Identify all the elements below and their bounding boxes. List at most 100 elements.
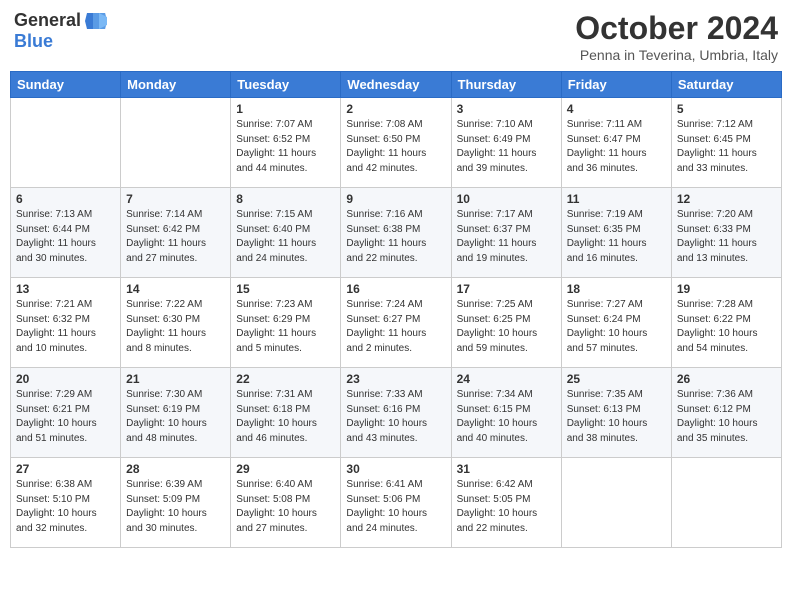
daylight-text: Daylight: 11 hours and 33 minutes.	[677, 147, 776, 176]
sunset-text: Sunset: 6:49 PM	[457, 133, 556, 148]
calendar-day-header: Thursday	[451, 72, 561, 98]
day-number: 22	[236, 372, 335, 386]
sunset-text: Sunset: 6:22 PM	[677, 313, 776, 328]
calendar-cell: 16Sunrise: 7:24 AMSunset: 6:27 PMDayligh…	[341, 278, 451, 368]
calendar-day-header: Sunday	[11, 72, 121, 98]
day-number: 20	[16, 372, 115, 386]
cell-content: Sunrise: 7:10 AMSunset: 6:49 PMDaylight:…	[457, 118, 556, 176]
cell-content: Sunrise: 7:08 AMSunset: 6:50 PMDaylight:…	[346, 118, 445, 176]
cell-content: Sunrise: 7:31 AMSunset: 6:18 PMDaylight:…	[236, 388, 335, 446]
daylight-text: Daylight: 10 hours and 57 minutes.	[567, 327, 666, 356]
sunset-text: Sunset: 6:15 PM	[457, 403, 556, 418]
calendar-cell: 6Sunrise: 7:13 AMSunset: 6:44 PMDaylight…	[11, 188, 121, 278]
cell-content: Sunrise: 7:30 AMSunset: 6:19 PMDaylight:…	[126, 388, 225, 446]
sunrise-text: Sunrise: 7:35 AM	[567, 388, 666, 403]
sunrise-text: Sunrise: 7:08 AM	[346, 118, 445, 133]
calendar-cell: 31Sunrise: 6:42 AMSunset: 5:05 PMDayligh…	[451, 458, 561, 548]
day-number: 14	[126, 282, 225, 296]
calendar-cell: 8Sunrise: 7:15 AMSunset: 6:40 PMDaylight…	[231, 188, 341, 278]
daylight-text: Daylight: 10 hours and 43 minutes.	[346, 417, 445, 446]
day-number: 30	[346, 462, 445, 476]
calendar-cell: 22 Sunrise: 7:31 AMSunset: 6:18 PMDayligh…	[231, 368, 341, 458]
cell-content: Sunrise: 7:13 AMSunset: 6:44 PMDaylight:…	[16, 208, 115, 266]
sunrise-text: Sunrise: 7:31 AM	[236, 388, 335, 403]
page-header: General Blue October 2024 Penna in Tever…	[10, 10, 782, 63]
cell-content: Sunrise: 6:40 AMSunset: 5:08 PMDaylight:…	[236, 478, 335, 536]
sunrise-text: Sunrise: 7:07 AM	[236, 118, 335, 133]
sunrise-text: Sunrise: 6:38 AM	[16, 478, 115, 493]
sunrise-text: Sunrise: 7:19 AM	[567, 208, 666, 223]
sunset-text: Sunset: 5:09 PM	[126, 493, 225, 508]
sunset-text: Sunset: 6:52 PM	[236, 133, 335, 148]
sunrise-text: Sunrise: 6:39 AM	[126, 478, 225, 493]
cell-content: Sunrise: 7:16 AMSunset: 6:38 PMDaylight:…	[346, 208, 445, 266]
sunrise-text: Sunrise: 7:21 AM	[16, 298, 115, 313]
calendar-cell: 3 Sunrise: 7:10 AMSunset: 6:49 PMDaylight…	[451, 98, 561, 188]
calendar-cell: 23Sunrise: 7:33 AMSunset: 6:16 PMDayligh…	[341, 368, 451, 458]
daylight-text: Daylight: 11 hours and 8 minutes.	[126, 327, 225, 356]
calendar-cell: 30Sunrise: 6:41 AMSunset: 5:06 PMDayligh…	[341, 458, 451, 548]
calendar-cell: 10 Sunrise: 7:17 AMSunset: 6:37 PMDayligh…	[451, 188, 561, 278]
sunset-text: Sunset: 6:40 PM	[236, 223, 335, 238]
sunset-text: Sunset: 6:25 PM	[457, 313, 556, 328]
sunrise-text: Sunrise: 7:25 AM	[457, 298, 556, 313]
cell-content: Sunrise: 7:17 AMSunset: 6:37 PMDaylight:…	[457, 208, 556, 266]
cell-content: Sunrise: 7:11 AMSunset: 6:47 PMDaylight:…	[567, 118, 666, 176]
day-number: 15	[236, 282, 335, 296]
sunrise-text: Sunrise: 7:29 AM	[16, 388, 115, 403]
logo-general-text: General	[14, 10, 81, 31]
calendar-cell	[11, 98, 121, 188]
day-number: 28	[126, 462, 225, 476]
daylight-text: Daylight: 10 hours and 30 minutes.	[126, 507, 225, 536]
sunrise-text: Sunrise: 7:15 AM	[236, 208, 335, 223]
sunset-text: Sunset: 6:12 PM	[677, 403, 776, 418]
calendar-table: SundayMondayTuesdayWednesdayThursdayFrid…	[10, 71, 782, 548]
calendar-cell: 18Sunrise: 7:27 AMSunset: 6:24 PMDayligh…	[561, 278, 671, 368]
calendar-cell: 25 Sunrise: 7:35 AMSunset: 6:13 PMDayligh…	[561, 368, 671, 458]
title-area: October 2024 Penna in Teverina, Umbria, …	[575, 10, 778, 63]
cell-content: Sunrise: 7:23 AMSunset: 6:29 PMDaylight:…	[236, 298, 335, 356]
day-number: 3	[457, 102, 556, 116]
daylight-text: Daylight: 10 hours and 32 minutes.	[16, 507, 115, 536]
sunrise-text: Sunrise: 7:16 AM	[346, 208, 445, 223]
day-number: 24	[457, 372, 556, 386]
cell-content: Sunrise: 7:34 AMSunset: 6:15 PMDaylight:…	[457, 388, 556, 446]
daylight-text: Daylight: 11 hours and 36 minutes.	[567, 147, 666, 176]
cell-content: Sunrise: 7:14 AMSunset: 6:42 PMDaylight:…	[126, 208, 225, 266]
calendar-header-row: SundayMondayTuesdayWednesdayThursdayFrid…	[11, 72, 782, 98]
daylight-text: Daylight: 10 hours and 40 minutes.	[457, 417, 556, 446]
calendar-cell: 4Sunrise: 7:11 AMSunset: 6:47 PMDaylight…	[561, 98, 671, 188]
sunset-text: Sunset: 6:27 PM	[346, 313, 445, 328]
sunrise-text: Sunrise: 7:20 AM	[677, 208, 776, 223]
sunrise-text: Sunrise: 7:14 AM	[126, 208, 225, 223]
sunset-text: Sunset: 6:47 PM	[567, 133, 666, 148]
calendar-cell	[121, 98, 231, 188]
calendar-cell: 7Sunrise: 7:14 AMSunset: 6:42 PMDaylight…	[121, 188, 231, 278]
sunrise-text: Sunrise: 7:10 AM	[457, 118, 556, 133]
sunset-text: Sunset: 6:42 PM	[126, 223, 225, 238]
cell-content: Sunrise: 7:24 AMSunset: 6:27 PMDaylight:…	[346, 298, 445, 356]
sunrise-text: Sunrise: 6:40 AM	[236, 478, 335, 493]
sunrise-text: Sunrise: 7:36 AM	[677, 388, 776, 403]
day-number: 10	[457, 192, 556, 206]
daylight-text: Daylight: 11 hours and 2 minutes.	[346, 327, 445, 356]
daylight-text: Daylight: 11 hours and 30 minutes.	[16, 237, 115, 266]
cell-content: Sunrise: 7:33 AMSunset: 6:16 PMDaylight:…	[346, 388, 445, 446]
calendar-cell: 29Sunrise: 6:40 AMSunset: 5:08 PMDayligh…	[231, 458, 341, 548]
sunrise-text: Sunrise: 7:34 AM	[457, 388, 556, 403]
cell-content: Sunrise: 6:42 AMSunset: 5:05 PMDaylight:…	[457, 478, 556, 536]
calendar-day-header: Wednesday	[341, 72, 451, 98]
cell-content: Sunrise: 7:07 AMSunset: 6:52 PMDaylight:…	[236, 118, 335, 176]
cell-content: Sunrise: 7:22 AMSunset: 6:30 PMDaylight:…	[126, 298, 225, 356]
day-number: 19	[677, 282, 776, 296]
day-number: 25	[567, 372, 666, 386]
day-number: 17	[457, 282, 556, 296]
cell-content: Sunrise: 7:35 AMSunset: 6:13 PMDaylight:…	[567, 388, 666, 446]
daylight-text: Daylight: 10 hours and 48 minutes.	[126, 417, 225, 446]
sunset-text: Sunset: 6:50 PM	[346, 133, 445, 148]
calendar-week-row: 1Sunrise: 7:07 AMSunset: 6:52 PMDaylight…	[11, 98, 782, 188]
daylight-text: Daylight: 11 hours and 5 minutes.	[236, 327, 335, 356]
logo-flag-icon	[85, 13, 107, 29]
sunrise-text: Sunrise: 7:12 AM	[677, 118, 776, 133]
daylight-text: Daylight: 11 hours and 13 minutes.	[677, 237, 776, 266]
